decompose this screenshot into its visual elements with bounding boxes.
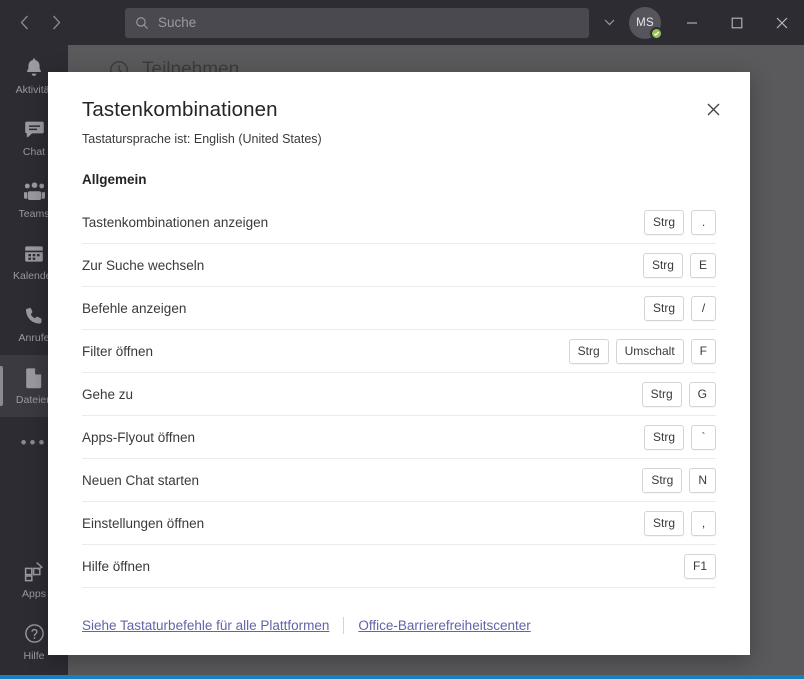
section-heading-allgemein: Allgemein: [48, 146, 750, 187]
key-cap: `: [691, 425, 716, 450]
key-cap: Strg: [569, 339, 609, 364]
back-button[interactable]: [8, 7, 40, 39]
chat-icon: [24, 119, 45, 141]
phone-icon: [24, 305, 44, 327]
dialog-title: Tastenkombinationen: [82, 98, 716, 122]
shortcut-label: Tastenkombinationen anzeigen: [82, 215, 268, 230]
key-cap: Strg: [642, 468, 682, 493]
shortcut-label: Gehe zu: [82, 387, 133, 402]
shortcut-keys: Strg,: [644, 511, 716, 536]
shortcut-keys: Strg Umschalt F: [569, 339, 716, 364]
search-input[interactable]: Suche: [125, 8, 589, 38]
shortcut-row: Befehle anzeigen Strg /: [82, 287, 716, 330]
key-cap: /: [691, 296, 716, 321]
link-all-platforms[interactable]: Siehe Tastaturbefehle für alle Plattform…: [82, 618, 329, 633]
key-cap: F1: [684, 554, 716, 579]
nav-arrows: [8, 7, 72, 39]
shortcut-label: Zur Suche wechseln: [82, 258, 204, 273]
key-cap: G: [689, 382, 716, 407]
sidebar-label: Apps: [22, 588, 46, 600]
titlebar-right: MS: [595, 0, 804, 45]
minimize-button[interactable]: [669, 0, 714, 45]
shortcut-row: Apps-Flyout öffnen Strg `: [82, 416, 716, 459]
shortcut-row: Gehe zu Strg G: [82, 373, 716, 416]
shortcut-row: Neuen Chat starten Strg N: [82, 459, 716, 502]
avatar[interactable]: MS: [629, 7, 661, 39]
help-circle-icon: [24, 623, 45, 645]
shortcut-label: Befehle anzeigen: [82, 301, 186, 316]
shortcut-keys: Strg G: [642, 382, 716, 407]
chevron-down-icon[interactable]: [595, 8, 623, 38]
key-cap: N: [689, 468, 716, 493]
shortcut-label: Hilfe öffnen: [82, 559, 150, 574]
shortcut-label: Apps-Flyout öffnen: [82, 430, 195, 445]
shortcut-row: SchließenEscape: [82, 588, 716, 595]
footer-divider: [343, 617, 344, 634]
teams-icon: [23, 181, 46, 203]
search-placeholder: Suche: [158, 15, 196, 30]
key-cap: Strg: [643, 253, 683, 278]
bottom-accent-bar: [0, 675, 804, 679]
key-cap: Strg: [644, 511, 684, 536]
key-cap: Umschalt: [616, 339, 684, 364]
dialog-subtitle: Tastatursprache ist: English (United Sta…: [82, 132, 716, 146]
key-cap: Strg: [644, 296, 684, 321]
key-cap: .: [691, 210, 716, 235]
shortcut-keys: Strg.: [644, 210, 716, 235]
shortcut-label: Filter öffnen: [82, 344, 153, 359]
sidebar-label: Chat: [23, 146, 45, 158]
dialog-header: Tastenkombinationen Tastatursprache ist:…: [48, 72, 750, 146]
link-accessibility-center[interactable]: Office-Barrierefreiheitscenter: [358, 618, 530, 633]
apps-icon: [24, 561, 45, 583]
key-cap: Strg: [644, 425, 684, 450]
maximize-button[interactable]: [714, 0, 759, 45]
shortcut-row: Hilfe öffnen F1: [82, 545, 716, 588]
close-icon[interactable]: [698, 94, 728, 124]
key-cap: F: [691, 339, 716, 364]
key-cap: ,: [691, 511, 716, 536]
teams-window: Teilnehmen… Suche: [0, 0, 804, 679]
shortcut-row: Filter öffnen Strg Umschalt F: [82, 330, 716, 373]
shortcuts-list[interactable]: Tastenkombinationen anzeigen Strg. Zur Suc…: [48, 201, 750, 595]
calendar-icon: [24, 243, 44, 265]
key-cap: Strg: [642, 382, 682, 407]
sidebar-label: Aktivität: [16, 84, 53, 96]
shortcut-label: Neuen Chat starten: [82, 473, 199, 488]
shortcut-keys: F1: [684, 554, 716, 579]
sidebar-label: Anrufe: [19, 332, 50, 344]
shortcut-row: Zur Suche wechseln Strg E: [82, 244, 716, 287]
sidebar-label: Dateien: [16, 394, 52, 406]
key-cap: Strg: [644, 210, 684, 235]
dialog-footer: Siehe Tastaturbefehle für alle Plattform…: [48, 595, 750, 655]
shortcut-keys: Strg N: [642, 468, 716, 493]
title-bar: Suche MS: [0, 0, 804, 45]
key-cap: E: [690, 253, 716, 278]
close-window-button[interactable]: [759, 0, 804, 45]
shortcut-row: Einstellungen öffnen Strg,: [82, 502, 716, 545]
shortcut-label: Einstellungen öffnen: [82, 516, 204, 531]
shortcut-keys: Strg `: [644, 425, 716, 450]
shortcut-keys: Strg /: [644, 296, 716, 321]
shortcut-row: Tastenkombinationen anzeigen Strg.: [82, 201, 716, 244]
keyboard-shortcuts-dialog: Tastenkombinationen Tastatursprache ist:…: [48, 72, 750, 655]
file-icon: [25, 367, 43, 389]
forward-button[interactable]: [40, 7, 72, 39]
shortcut-keys: Strg E: [643, 253, 716, 278]
status-badge: [650, 27, 663, 40]
search-icon: [135, 16, 149, 30]
bell-icon: [24, 57, 44, 79]
sidebar-label: Hilfe: [23, 650, 44, 662]
sidebar-label: Teams: [19, 208, 50, 220]
